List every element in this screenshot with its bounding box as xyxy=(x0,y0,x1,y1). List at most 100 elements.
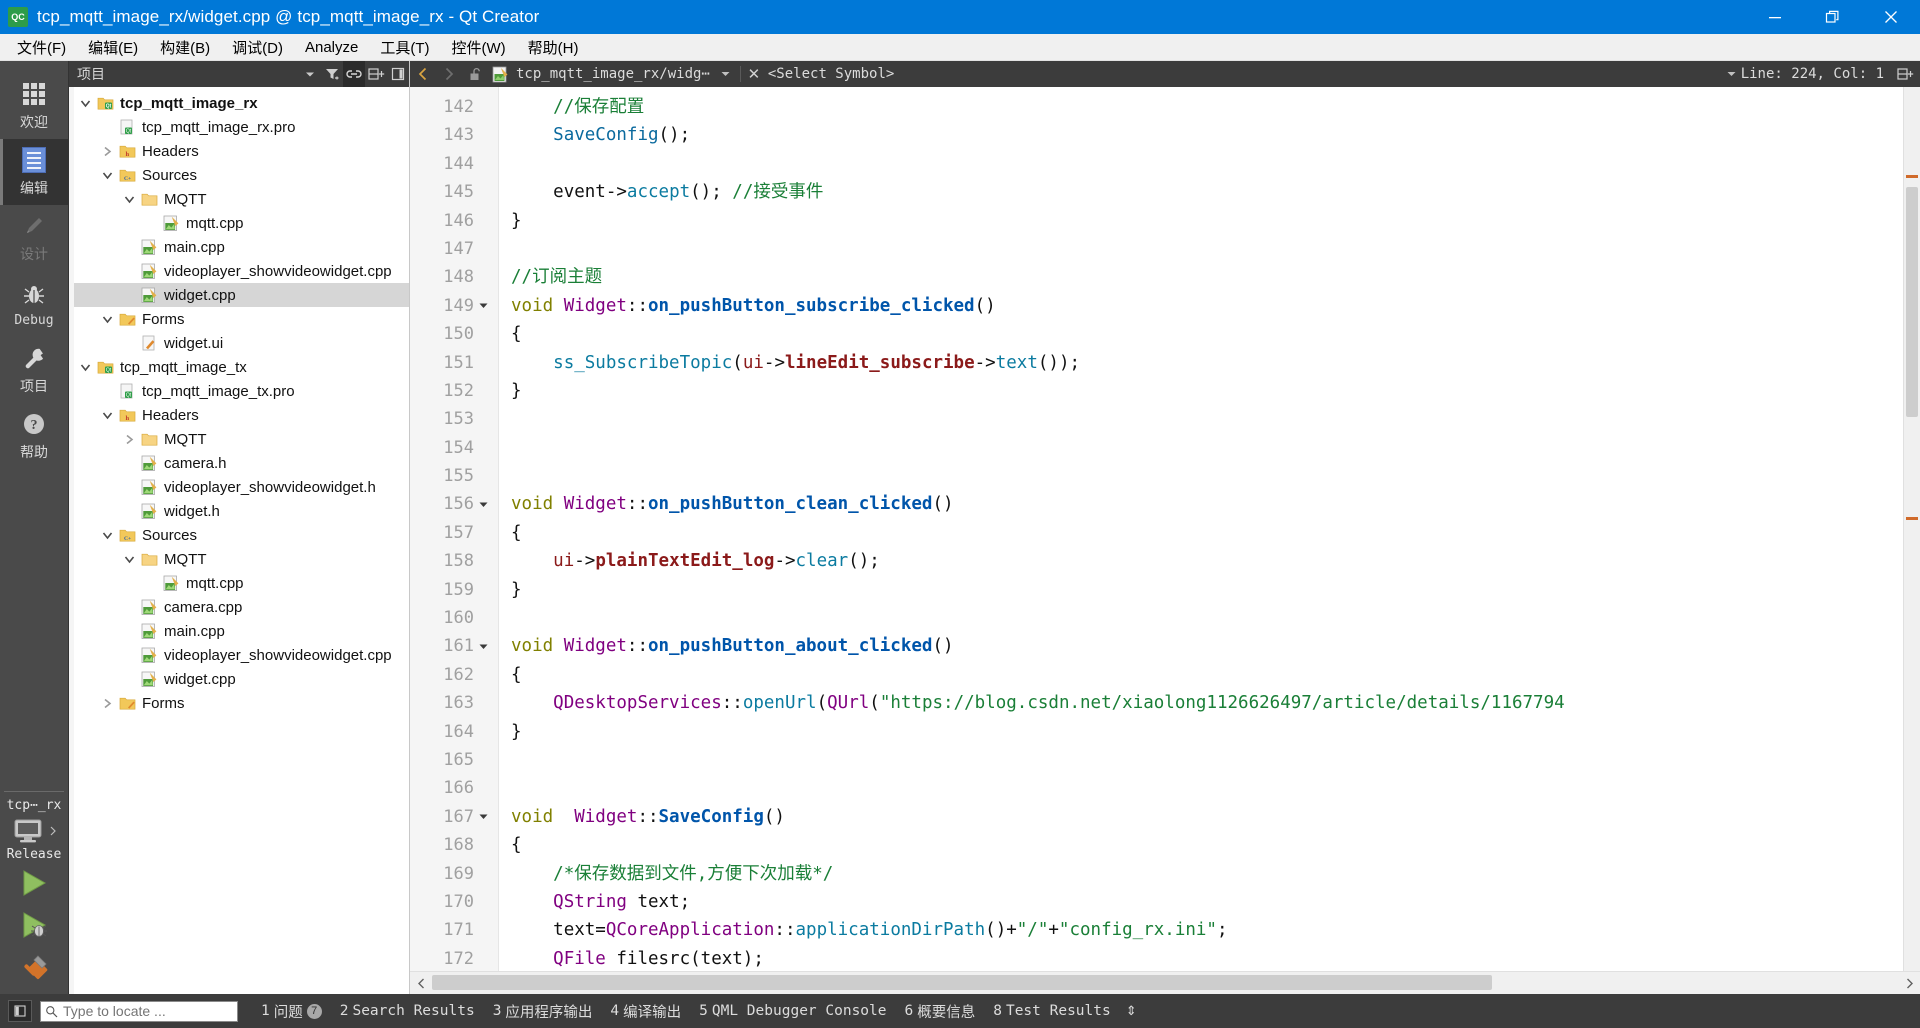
mode-projects[interactable]: 项目 xyxy=(0,337,68,403)
tree-item[interactable]: MQTT xyxy=(69,187,409,211)
fold-toggle[interactable] xyxy=(474,300,492,311)
editor-vertical-scrollbar[interactable] xyxy=(1903,87,1920,971)
tree-item[interactable]: Qttcp_mqtt_image_tx xyxy=(69,355,409,379)
tree-item[interactable]: videoplayer_showvideowidget.cpp xyxy=(69,643,409,667)
output-pane-button[interactable]: 4编译输出 xyxy=(601,1001,690,1022)
tree-item[interactable]: main.cpp xyxy=(69,619,409,643)
view-selector-dropdown[interactable] xyxy=(299,61,321,87)
output-pane-expand-button[interactable]: ⇕ xyxy=(1126,1003,1137,1019)
locator-input[interactable] xyxy=(61,1002,233,1020)
sidebar-toggle-button[interactable] xyxy=(8,1000,32,1022)
horizontal-scroll-thumb[interactable] xyxy=(432,975,1492,990)
tree-item[interactable]: widget.cpp xyxy=(69,667,409,691)
split-button[interactable] xyxy=(365,61,387,87)
tree-expand-arrow[interactable] xyxy=(97,313,117,326)
project-tree[interactable]: Qttcp_mqtt_image_rxQttcp_mqtt_image_rx.p… xyxy=(69,87,409,994)
fold-toggle[interactable] xyxy=(474,641,492,652)
editor-horizontal-scrollbar[interactable] xyxy=(410,971,1920,994)
code-text[interactable]: //保存配置 SaveConfig(); event->accept(); //… xyxy=(499,87,1903,971)
menu-edit[interactable]: 编辑(E) xyxy=(77,35,149,60)
menu-analyze[interactable]: Analyze xyxy=(294,37,369,58)
code-line[interactable]: { xyxy=(499,519,1903,547)
output-pane-button[interactable]: 6概要信息 xyxy=(896,1001,985,1022)
tree-expand-arrow[interactable] xyxy=(97,145,117,158)
tree-item[interactable]: videoplayer_showvideowidget.cpp xyxy=(69,259,409,283)
split-editor-button[interactable] xyxy=(1894,61,1916,87)
minimize-button[interactable] xyxy=(1746,0,1804,34)
tree-item[interactable]: videoplayer_showvideowidget.h xyxy=(69,475,409,499)
close-document-button[interactable]: ✕ xyxy=(746,65,762,83)
tree-item[interactable]: widget.cpp xyxy=(69,283,409,307)
tree-item[interactable]: widget.ui xyxy=(69,331,409,355)
tree-item[interactable]: camera.cpp xyxy=(69,595,409,619)
code-line[interactable]: //保存配置 xyxy=(499,93,1903,121)
tree-item[interactable]: MQTT xyxy=(69,547,409,571)
code-line[interactable]: //订阅主题 xyxy=(499,263,1903,291)
lock-toggle[interactable] xyxy=(462,61,488,87)
menu-widgets[interactable]: 控件(W) xyxy=(441,35,517,60)
code-line[interactable]: } xyxy=(499,576,1903,604)
code-line[interactable]: void Widget::on_pushButton_subscribe_cli… xyxy=(499,292,1903,320)
run-button[interactable] xyxy=(12,866,56,900)
code-line[interactable]: QFile filesrc(text); xyxy=(499,945,1903,971)
tree-item[interactable]: Forms xyxy=(69,691,409,715)
code-line[interactable]: ss_SubscribeTopic(ui->lineEdit_subscribe… xyxy=(499,349,1903,377)
tree-expand-arrow[interactable] xyxy=(119,553,139,566)
tree-expand-arrow[interactable] xyxy=(119,193,139,206)
tree-expand-arrow[interactable] xyxy=(75,97,95,110)
code-line[interactable]: { xyxy=(499,320,1903,348)
code-line[interactable] xyxy=(499,774,1903,802)
build-button[interactable] xyxy=(12,950,56,984)
mode-welcome[interactable]: 欢迎 xyxy=(0,73,68,139)
forward-button[interactable] xyxy=(436,61,462,87)
code-line[interactable] xyxy=(499,746,1903,774)
close-button[interactable] xyxy=(1862,0,1920,34)
file-dropdown-button[interactable] xyxy=(720,67,731,82)
locator-field[interactable] xyxy=(40,1001,238,1022)
scroll-left-button[interactable] xyxy=(410,972,432,994)
vertical-scroll-thumb[interactable] xyxy=(1906,187,1918,417)
mode-edit[interactable]: 编辑 xyxy=(0,139,68,205)
editor-filename[interactable]: tcp_mqtt_image_rx/widg⋯ xyxy=(516,66,710,82)
fold-toggle[interactable] xyxy=(474,499,492,510)
code-line[interactable]: } xyxy=(499,207,1903,235)
scroll-right-button[interactable] xyxy=(1898,972,1920,994)
tree-item[interactable]: camera.h xyxy=(69,451,409,475)
output-pane-button[interactable]: 8Test Results xyxy=(984,1003,1120,1019)
code-line[interactable]: { xyxy=(499,831,1903,859)
output-pane-button[interactable]: 3应用程序输出 xyxy=(484,1001,602,1022)
code-line[interactable]: { xyxy=(499,661,1903,689)
menu-help[interactable]: 帮助(H) xyxy=(517,35,590,60)
tree-item[interactable]: Qttcp_mqtt_image_rx xyxy=(69,91,409,115)
output-pane-button[interactable]: 2Search Results xyxy=(331,1003,484,1019)
tree-item[interactable]: Qttcp_mqtt_image_rx.pro xyxy=(69,115,409,139)
tree-item[interactable]: hHeaders xyxy=(69,403,409,427)
tree-expand-arrow[interactable] xyxy=(97,697,117,710)
code-line[interactable] xyxy=(499,405,1903,433)
menu-debug[interactable]: 调试(D) xyxy=(221,35,294,60)
tree-item[interactable]: mqtt.cpp xyxy=(69,571,409,595)
code-line[interactable]: ui->plainTextEdit_log->clear(); xyxy=(499,547,1903,575)
horizontal-scroll-track[interactable] xyxy=(432,972,1898,994)
code-line[interactable]: void Widget::SaveConfig() xyxy=(499,803,1903,831)
tree-item[interactable]: mqtt.cpp xyxy=(69,211,409,235)
synchronize-button[interactable] xyxy=(343,61,365,87)
back-button[interactable] xyxy=(410,61,436,87)
close-panel-button[interactable] xyxy=(387,61,409,87)
mode-help[interactable]: ? 帮助 xyxy=(0,403,68,469)
code-viewport[interactable]: 1421431441451461471481491501511521531541… xyxy=(410,87,1903,971)
code-line[interactable]: } xyxy=(499,718,1903,746)
code-line[interactable]: /*保存数据到文件,方便下次加载*/ xyxy=(499,860,1903,888)
code-line[interactable] xyxy=(499,150,1903,178)
output-pane-button[interactable]: 1问题7 xyxy=(252,1001,331,1022)
tree-expand-arrow[interactable] xyxy=(97,529,117,542)
code-line[interactable] xyxy=(499,462,1903,490)
tree-item[interactable]: hHeaders xyxy=(69,139,409,163)
code-line[interactable]: void Widget::on_pushButton_clean_clicked… xyxy=(499,490,1903,518)
code-line[interactable] xyxy=(499,604,1903,632)
output-pane-button[interactable]: 5QML Debugger Console xyxy=(690,1003,895,1019)
menu-tools[interactable]: 工具(T) xyxy=(369,35,440,60)
code-line[interactable] xyxy=(499,235,1903,263)
tree-item[interactable]: Qttcp_mqtt_image_tx.pro xyxy=(69,379,409,403)
line-column-indicator[interactable]: Line: 224, Col: 1 xyxy=(1741,66,1884,82)
